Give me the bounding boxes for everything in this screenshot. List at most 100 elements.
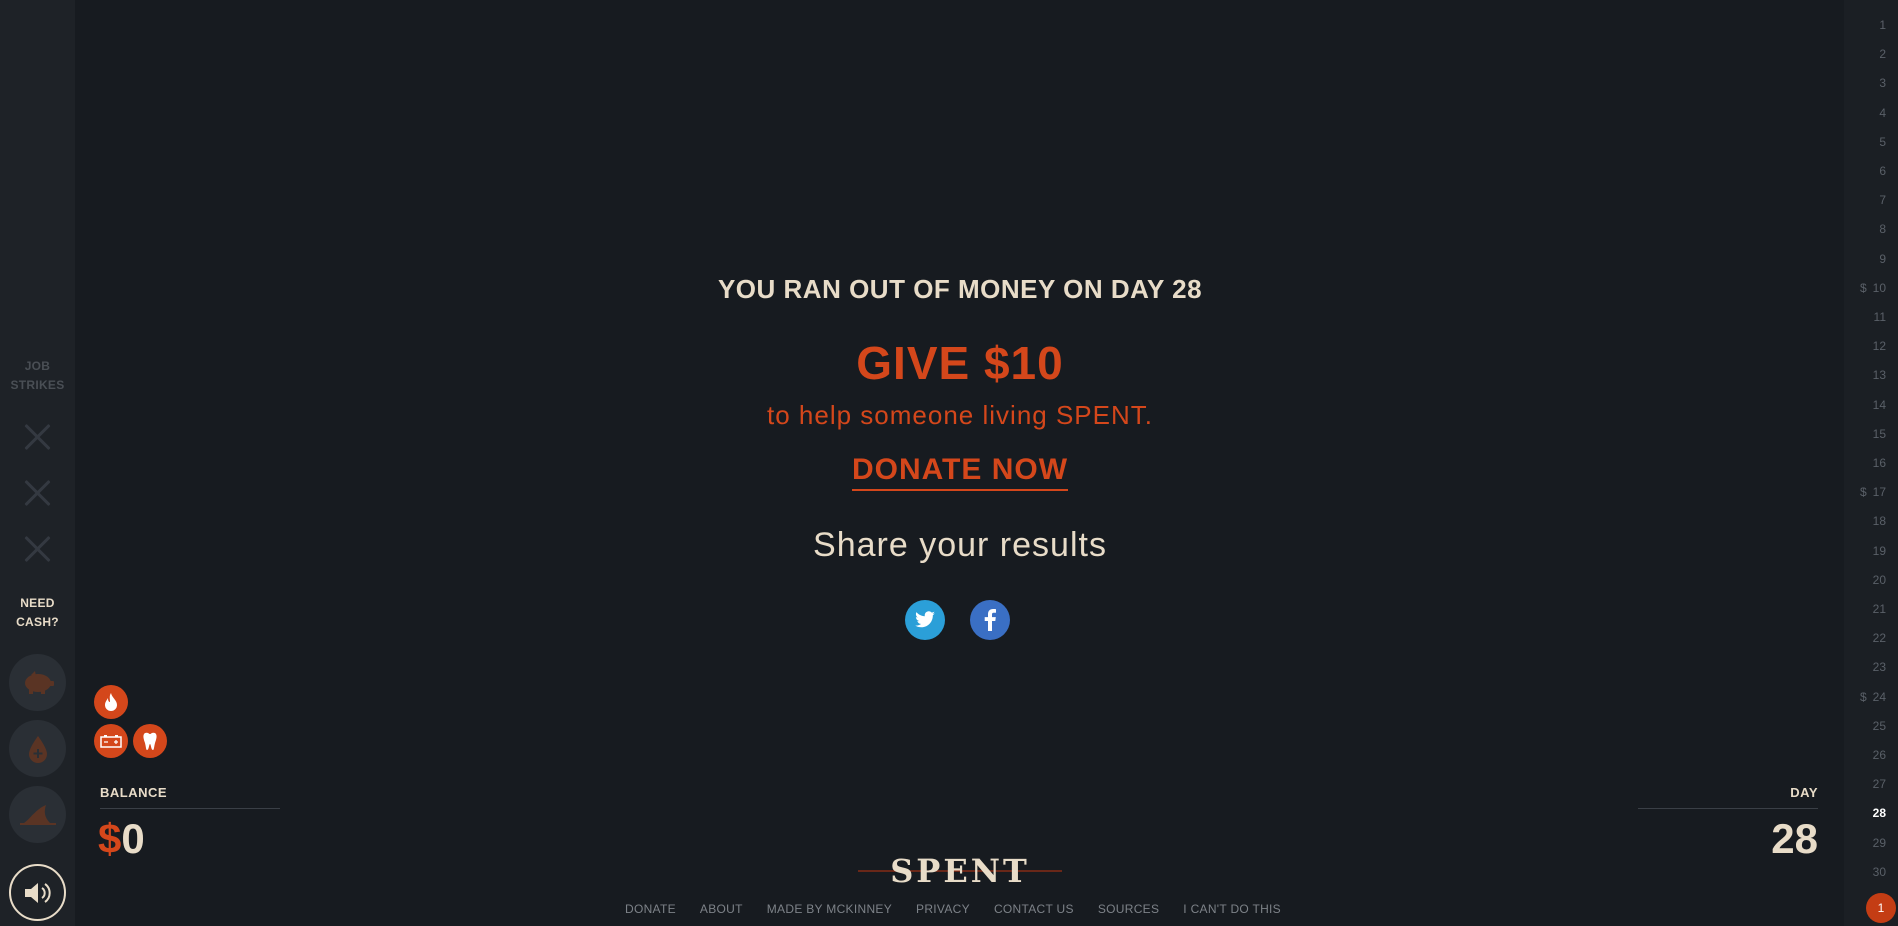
strike-icon xyxy=(22,478,52,508)
day-marker: 25 xyxy=(1842,718,1886,734)
job-strikes-label: JOB STRIKES xyxy=(10,359,65,392)
day-marker: 8 xyxy=(1842,221,1886,237)
day-number: 10 xyxy=(1872,280,1886,295)
footer-link-donate[interactable]: DONATE xyxy=(625,902,676,916)
shark-fin-icon xyxy=(19,804,56,825)
day-marker: 27 xyxy=(1842,776,1886,792)
day-marker: 11 xyxy=(1842,309,1886,325)
day-number: 15 xyxy=(1872,426,1886,441)
day-marker: 23 xyxy=(1842,659,1886,675)
day-number: 1 xyxy=(1879,18,1886,32)
day-marker: 15 xyxy=(1842,426,1886,442)
strike-icon xyxy=(22,534,52,564)
day-number: 20 xyxy=(1872,572,1886,587)
facebook-share-button[interactable] xyxy=(970,600,1010,640)
footer-link-made-by[interactable]: MADE BY MCKINNEY xyxy=(767,902,892,916)
day-number: 3 xyxy=(1879,76,1886,91)
day-marker: 16 xyxy=(1842,455,1886,471)
day-marker: 30 xyxy=(1842,864,1886,880)
donate-plasma-button[interactable] xyxy=(9,720,66,777)
day-number: 30 xyxy=(1872,864,1886,879)
balance-value: $0 xyxy=(98,815,145,863)
day-number: 21 xyxy=(1872,602,1886,616)
day-number: 12 xyxy=(1872,339,1886,354)
day-marker: 1 xyxy=(1842,17,1886,33)
day-marker: 5 xyxy=(1842,134,1886,150)
day-number: 17 xyxy=(1872,485,1886,500)
twitter-share-button[interactable] xyxy=(905,600,945,640)
day-number: 29 xyxy=(1872,835,1886,850)
day-marker: 29 xyxy=(1842,835,1886,851)
day-number: 11 xyxy=(1873,310,1886,324)
day-number: 25 xyxy=(1872,718,1886,733)
balance-label: BALANCE xyxy=(100,785,168,800)
day-marker: 21 xyxy=(1842,601,1886,617)
day-marker: 20 xyxy=(1842,572,1886,588)
day-number: 24 xyxy=(1872,689,1886,704)
day-number: 16 xyxy=(1872,456,1886,470)
day-number: 6 xyxy=(1879,164,1886,178)
footer-link-contact[interactable]: CONTACT US xyxy=(994,902,1074,916)
strike-icon xyxy=(22,422,52,452)
day-number: 8 xyxy=(1879,222,1886,237)
day-marker: 26 xyxy=(1842,747,1886,763)
day-number: 9 xyxy=(1879,251,1886,266)
footer-link-cant-do-this[interactable]: I CAN'T DO THIS xyxy=(1183,902,1281,916)
expense-dental[interactable] xyxy=(133,724,167,758)
footer-nav: DONATE ABOUT MADE BY MCKINNEY PRIVACY CO… xyxy=(0,902,1898,916)
day-number: 5 xyxy=(1879,134,1886,149)
spent-logo[interactable]: SPENT xyxy=(858,852,1062,888)
day-number: 27 xyxy=(1872,777,1886,792)
expense-car-battery[interactable] xyxy=(94,724,128,758)
day-marker: 22 xyxy=(1842,630,1886,646)
day-marker: 13 xyxy=(1842,367,1886,383)
expense-fire[interactable] xyxy=(94,685,128,719)
day-number: 22 xyxy=(1872,631,1886,646)
give-amount: GIVE $10 xyxy=(856,337,1064,389)
share-results-title: Share your results xyxy=(813,526,1107,564)
need-cash-label: NEED CASH? xyxy=(16,596,59,629)
day-marker: $24 xyxy=(1842,689,1886,705)
day-number: 23 xyxy=(1872,660,1886,675)
blood-drop-icon xyxy=(28,735,47,763)
day-number: 18 xyxy=(1872,514,1886,529)
twitter-icon xyxy=(915,611,935,628)
day-number: 13 xyxy=(1872,368,1886,383)
day-marker: $10 xyxy=(1842,280,1886,296)
day-number: 2 xyxy=(1879,47,1886,62)
footer-link-privacy[interactable]: PRIVACY xyxy=(916,902,970,916)
payday-marker: $ xyxy=(1859,485,1867,500)
payday-marker: $ xyxy=(1859,280,1867,295)
help-text: to help someone living SPENT. xyxy=(767,400,1153,430)
day-label: DAY xyxy=(1790,785,1818,800)
day-number: 26 xyxy=(1872,748,1886,762)
day-divider xyxy=(1638,808,1818,809)
piggy-bank-button[interactable] xyxy=(9,654,66,711)
day-number: 4 xyxy=(1879,105,1886,120)
fire-icon xyxy=(105,693,117,711)
footer-link-sources[interactable]: SOURCES xyxy=(1098,902,1159,916)
piggy-bank-icon xyxy=(24,670,54,694)
day-marker: 9 xyxy=(1842,251,1886,267)
footer-link-about[interactable]: ABOUT xyxy=(700,902,743,916)
facebook-icon xyxy=(984,609,996,631)
left-sidebar: JOB STRIKES NEED CASH? xyxy=(0,0,75,926)
day-marker: 28 xyxy=(1842,805,1886,821)
balance-divider xyxy=(100,808,280,809)
payday-marker: $ xyxy=(1859,689,1867,704)
day-marker: 7 xyxy=(1842,192,1886,208)
day-value: 28 xyxy=(1771,815,1818,862)
day-marker: 14 xyxy=(1842,397,1886,413)
balance-currency: $ xyxy=(98,815,122,862)
day-marker: 6 xyxy=(1842,163,1886,179)
day-marker: 3 xyxy=(1842,75,1886,91)
day-marker: 18 xyxy=(1842,513,1886,529)
day-marker: 4 xyxy=(1842,105,1886,121)
game-over-headline: YOU RAN OUT OF MONEY ON DAY 28 xyxy=(717,274,1203,304)
loan-shark-button[interactable] xyxy=(9,786,66,843)
day-marker: 2 xyxy=(1842,46,1886,62)
car-battery-icon xyxy=(100,735,122,748)
donate-now-link[interactable]: DONATE NOW xyxy=(851,453,1069,491)
day-number: 28 xyxy=(1872,806,1886,821)
balance-amount: 0 xyxy=(121,815,145,862)
